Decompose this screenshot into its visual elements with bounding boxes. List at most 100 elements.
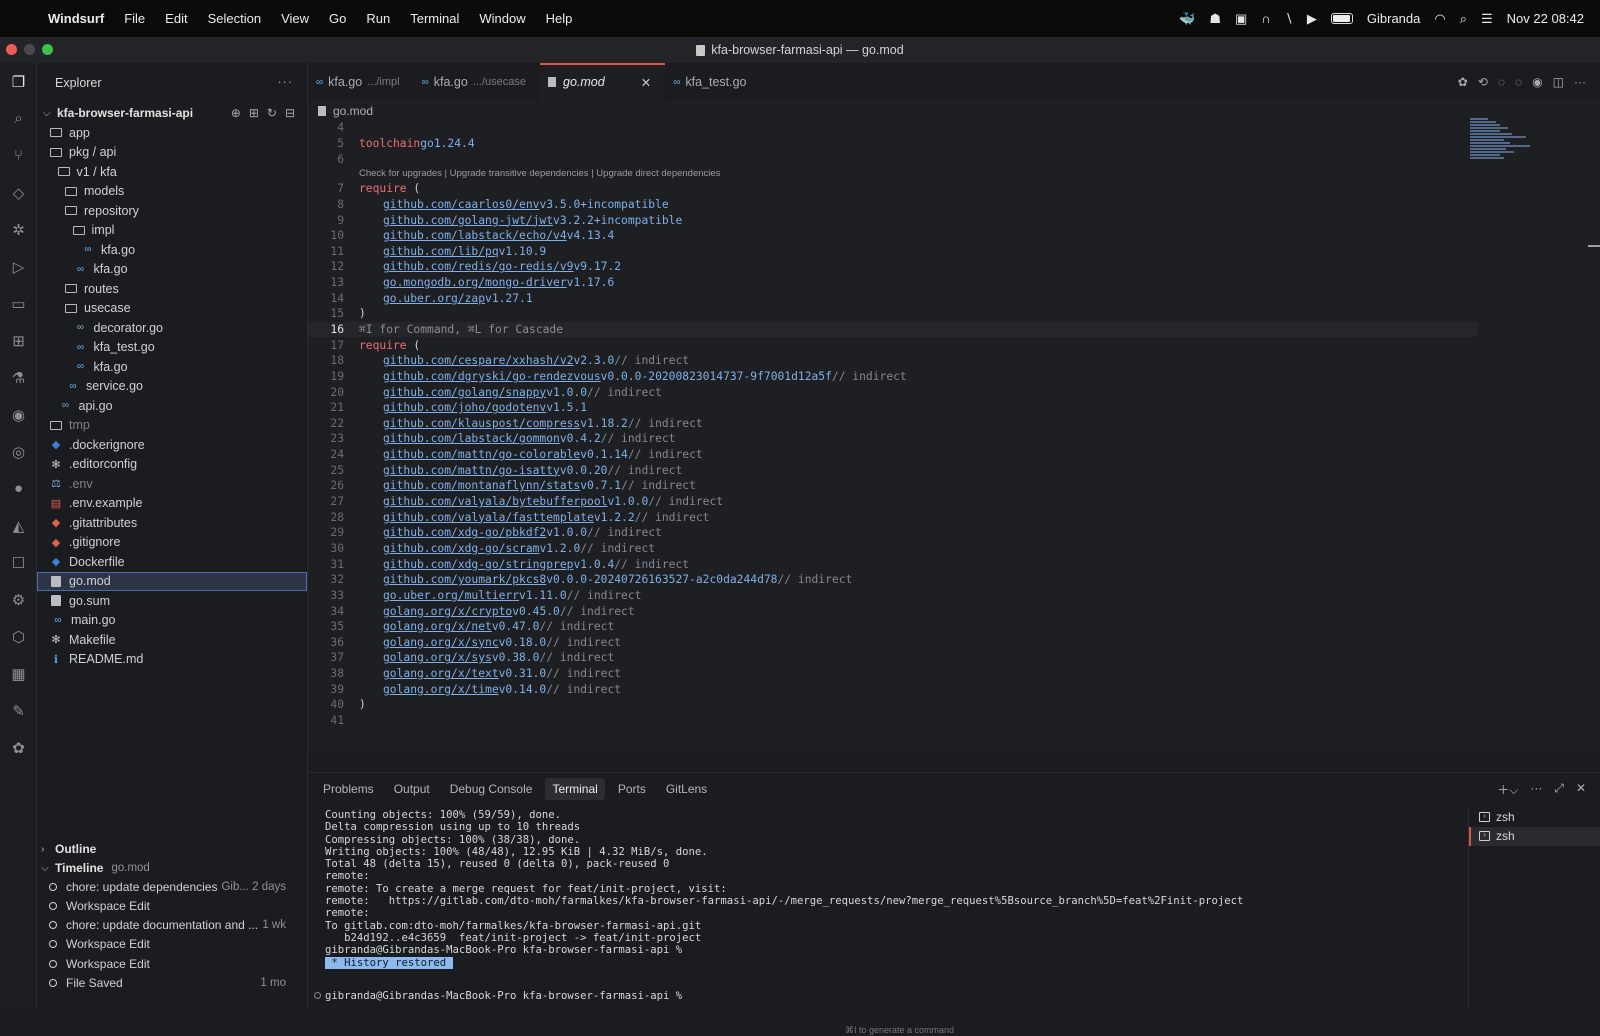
terminal-output[interactable]: Counting objects: 100% (59/59), done. Del… — [314, 809, 1465, 1035]
project-root[interactable]: ⌵ kfa-browser-farmasi-api ⊕ ⊞ ↻ ⊟ — [37, 103, 307, 123]
git-compare-icon[interactable]: ⟲ — [1478, 75, 1488, 89]
codelens-actions[interactable]: Check for upgrades | Upgrade transitive … — [308, 167, 1478, 181]
database-icon[interactable]: ◎ — [0, 433, 37, 470]
tree-item[interactable]: ℹ README.md — [37, 650, 307, 670]
editor-more-icon[interactable]: ··· — [1574, 75, 1586, 89]
github-icon[interactable]: ● — [0, 470, 37, 507]
minimap[interactable] — [1470, 118, 1540, 188]
tree-item[interactable]: ∞ main.go — [37, 611, 307, 631]
clock[interactable]: Nov 22 08:42 — [1507, 11, 1584, 26]
module-link[interactable]: go.uber.org/multierr — [383, 589, 519, 602]
user-name[interactable]: Gibranda — [1367, 11, 1420, 26]
panel-tab[interactable]: GitLens — [659, 778, 714, 800]
module-link[interactable]: github.com/caarlos0/env — [383, 198, 539, 211]
editor-tab[interactable]: ∞ kfa_test.go — [665, 63, 760, 101]
close-window-button[interactable] — [6, 44, 17, 55]
collapse-all-icon[interactable]: ⊟ — [285, 106, 295, 120]
tree-item[interactable]: ∞ api.go — [37, 396, 307, 416]
tree-item[interactable]: ✻ .editorconfig — [37, 455, 307, 475]
module-link[interactable]: go.mongodb.org/mongo-driver — [383, 276, 567, 289]
assistant-icon[interactable]: ☗ — [1209, 11, 1221, 27]
module-link[interactable]: golang.org/x/text — [383, 667, 499, 680]
tree-item[interactable]: ◆ .dockerignore — [37, 435, 307, 455]
new-file-icon[interactable]: ⊕ — [231, 106, 241, 120]
maximize-panel-icon[interactable]: ⤢ — [1554, 781, 1564, 798]
timeline-section[interactable]: ⌵ Timeline go.mod — [37, 858, 308, 878]
terminal-item[interactable]: › zsh — [1469, 807, 1600, 827]
tree-item[interactable]: app — [37, 123, 307, 143]
cascade-icon[interactable]: ◭ — [0, 507, 37, 544]
split-editor-icon[interactable]: ◫ — [1553, 75, 1564, 89]
ai-chat-icon[interactable]: ✿ — [1458, 75, 1468, 89]
tree-item[interactable]: ∞ kfa_test.go — [37, 338, 307, 358]
menu-go[interactable]: Go — [329, 11, 346, 26]
new-terminal-icon[interactable]: ＋⌵ — [1497, 781, 1518, 798]
tree-item[interactable]: ∞ kfa.go — [37, 240, 307, 260]
tree-item[interactable]: ⚖ .env — [37, 474, 307, 494]
timeline-item[interactable]: Workspace Edit — [37, 954, 308, 974]
menu-window[interactable]: Window — [479, 11, 525, 26]
refresh-icon[interactable]: ↻ — [267, 106, 277, 120]
gitlens-icon[interactable]: ◉ — [0, 396, 37, 433]
tree-item[interactable]: routes — [37, 279, 307, 299]
timeline-item[interactable]: Workspace Edit — [37, 896, 308, 916]
robot-icon[interactable]: ▣ — [1235, 11, 1247, 27]
module-link[interactable]: go.uber.org/zap — [383, 292, 485, 305]
module-link[interactable]: github.com/xdg-go/stringprep — [383, 558, 573, 571]
menu-selection[interactable]: Selection — [208, 11, 261, 26]
code-editor[interactable]: 4 5 toolchain go1.24.4 6 Check for upgrades … — [308, 120, 1478, 728]
tree-item[interactable]: v1 / kfa — [37, 162, 307, 182]
panel-tab[interactable]: Terminal — [545, 778, 605, 800]
panel-tab[interactable]: Debug Console — [443, 778, 540, 800]
tree-item[interactable]: ∞ service.go — [37, 377, 307, 397]
module-link[interactable]: github.com/golang-jwt/jwt — [383, 214, 553, 227]
menu-edit[interactable]: Edit — [165, 11, 187, 26]
tree-item[interactable]: repository — [37, 201, 307, 221]
outline-section[interactable]: › Outline — [37, 839, 308, 859]
module-link[interactable]: github.com/golang/snappy — [383, 386, 546, 399]
spotlight-icon[interactable]: ⌕ — [1460, 11, 1467, 27]
tree-item[interactable]: models — [37, 182, 307, 202]
docker-icon[interactable]: 🐳 — [1179, 11, 1195, 27]
panel-tab[interactable]: Output — [387, 778, 437, 800]
tree-item[interactable]: tmp — [37, 416, 307, 436]
module-link[interactable]: github.com/valyala/fasttemplate — [383, 511, 594, 524]
minimize-window-button[interactable] — [24, 44, 35, 55]
module-link[interactable]: github.com/mattn/go-colorable — [383, 448, 580, 461]
module-link[interactable]: golang.org/x/sync — [383, 636, 499, 649]
menu-terminal[interactable]: Terminal — [410, 11, 459, 26]
more-actions-icon[interactable]: ··· — [278, 75, 294, 89]
menu-help[interactable]: Help — [546, 11, 573, 26]
menu-app-name[interactable]: Windsurf — [48, 11, 104, 26]
panel-tab[interactable]: Problems — [316, 778, 381, 800]
tree-item[interactable]: ∞ kfa.go — [37, 357, 307, 377]
headphones-icon[interactable]: ∩ — [1261, 11, 1270, 26]
tree-item[interactable]: ∞ kfa.go — [37, 260, 307, 280]
breadcrumb-file[interactable]: go.mod — [333, 104, 373, 118]
settings-sync-icon[interactable]: ⚙ — [0, 581, 37, 618]
module-link[interactable]: github.com/xdg-go/pbkdf2 — [383, 526, 546, 539]
module-link[interactable]: github.com/mattn/go-isatty — [383, 464, 560, 477]
docker-sidebar-icon[interactable]: ▦ — [0, 655, 37, 692]
close-tab-icon[interactable]: ✕ — [641, 75, 651, 90]
module-link[interactable]: github.com/labstack/echo/v4 — [383, 229, 567, 242]
extensions-icon[interactable]: ⊞ — [0, 322, 37, 359]
wifi-icon[interactable]: ◠ — [1434, 11, 1445, 27]
module-link[interactable]: github.com/klauspost/compress — [383, 417, 580, 430]
menu-view[interactable]: View — [281, 11, 309, 26]
terminal-prompt[interactable]: gibranda@Gibrandas-MacBook-Pro kfa-brows… — [314, 990, 682, 1002]
tree-item[interactable]: ∞ decorator.go — [37, 318, 307, 338]
tree-item[interactable]: go.sum — [37, 591, 307, 611]
debug-icon[interactable]: ✲ — [0, 211, 37, 248]
battery-icon[interactable] — [1330, 13, 1353, 24]
new-folder-icon[interactable]: ⊞ — [249, 106, 259, 120]
brush-icon[interactable]: ✎ — [0, 692, 37, 729]
module-link[interactable]: github.com/joho/godotenv — [383, 401, 546, 414]
close-panel-icon[interactable]: ✕ — [1576, 781, 1586, 798]
tree-item[interactable]: ✻ Makefile — [37, 630, 307, 650]
play-icon[interactable]: ▶ — [1307, 11, 1317, 27]
panel-tab[interactable]: Ports — [611, 778, 653, 800]
remote-explorer-icon[interactable]: ▭ — [0, 285, 37, 322]
tree-item[interactable]: ◆ .gitattributes — [37, 513, 307, 533]
control-center-icon[interactable]: ☰ — [1481, 11, 1493, 27]
